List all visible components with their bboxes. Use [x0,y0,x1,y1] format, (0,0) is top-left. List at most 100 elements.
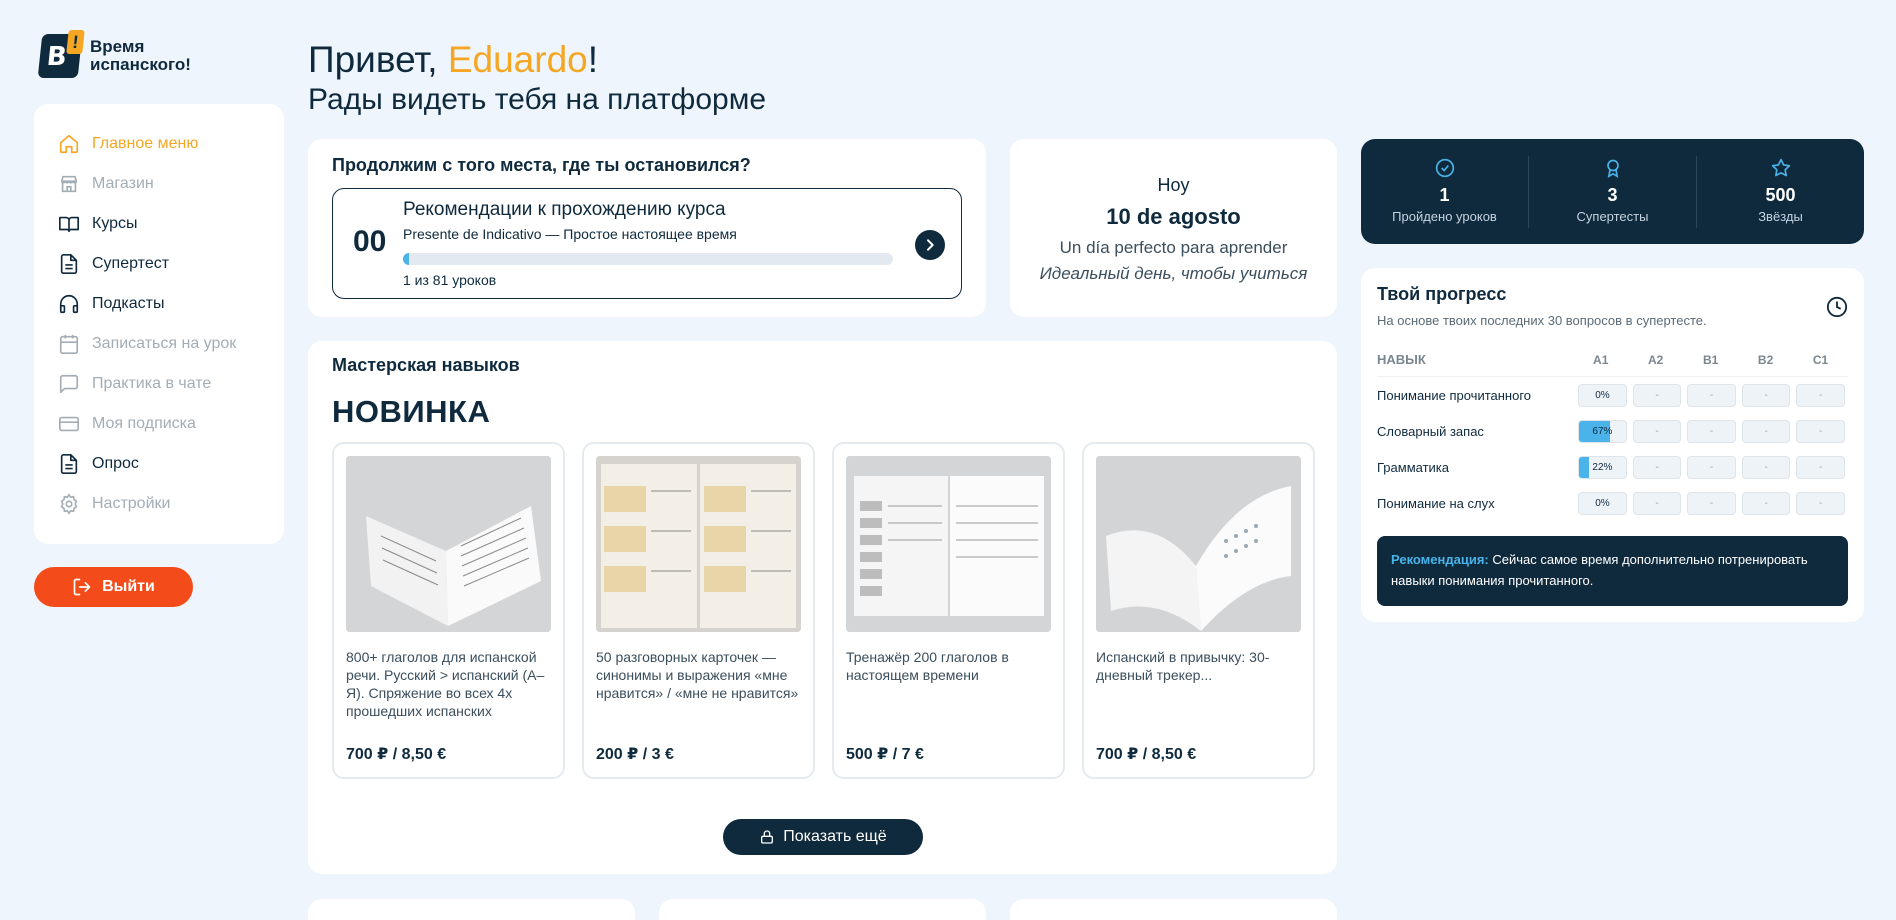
sidebar-item-survey[interactable]: Опрос [58,444,260,484]
course-progress-box[interactable]: 00 Рекомендации к прохождению курса Pres… [332,188,962,299]
show-more-button[interactable]: Показать ещё [723,819,923,855]
level-cell-b1: - [1687,491,1736,515]
sidebar-item-supertest[interactable]: Супертест [58,244,260,284]
product-card[interactable]: Испанский в привычку: 30-дневный трекер.… [1082,442,1315,779]
stat-label: Пройдено уроков [1392,208,1497,224]
headphones-icon [59,295,79,314]
calendar-icon [59,334,79,354]
course-progress-fill [403,253,410,265]
level-cell-a1: 67% [1578,419,1627,443]
chat-icon [59,374,79,394]
logo[interactable]: B! Время испанского! [37,30,191,78]
lock-icon [761,830,774,844]
product-price: 700 ₽ / 8,50 € [1096,746,1197,763]
user-name: Eduardo [447,39,588,80]
workshop-title: Мастерская навыков [332,355,520,375]
product-price: 200 ₽ / 3 € [596,746,674,763]
level-cell-a2: - [1632,491,1682,515]
progress-table-body: Понимание прочитанного 0% - - - - Словарный за… [1377,377,1848,521]
progress-row: Понимание прочитанного 0% - - - - [1377,377,1848,413]
document-icon [60,254,78,274]
bottom-card [1010,899,1337,920]
level-cell-a2: - [1632,419,1682,443]
sidebar-item-label: Опрос [92,455,139,472]
product-price: 500 ₽ / 7 € [846,746,924,763]
level-cell-b2: - [1741,383,1791,407]
stat-label: Звёзды [1758,208,1803,224]
progress-row: Грамматика 22% - - - - [1377,449,1848,485]
progress-table-header: НАВЫК A1 A2 B1 B2 C1 [1377,349,1848,377]
product-card[interactable]: Тренажёр 200 глаголов в настоящем времен… [832,442,1065,779]
product-image [1096,456,1301,632]
logout-label: Выйти [102,578,155,595]
sidebar-item-label: Моя подписка [92,415,196,432]
stat-value: 1 [1439,184,1450,205]
progress-title: Твой прогресс [1377,284,1507,304]
product-image [846,456,1051,632]
stat-lessons: 1 Пройдено уроков [1361,155,1529,228]
sidebar-item-settings[interactable]: Настройки [58,484,260,524]
gear-icon [60,493,78,515]
level-cell-c1: - [1796,455,1845,479]
logout-button[interactable]: Выйти [34,567,193,607]
product-card[interactable]: 800+ глаголов для испанской речи. Русски… [332,442,565,779]
sidebar-item-subscription[interactable]: Моя подписка [58,404,260,444]
course-subtitle: Presente de Indicativo — Простое настоящ… [403,226,737,242]
header-a2: A2 [1648,352,1664,367]
header-c1: C1 [1812,352,1829,367]
continue-button[interactable] [915,230,945,260]
logo-badge-icon: B! [37,30,85,78]
recommendation-box: Рекомендация: Сейчас самое время дополни… [1377,536,1848,606]
skill-name: Понимание на слух [1377,495,1495,511]
level-cell-a1: 22% [1578,455,1627,479]
store-icon [60,175,78,193]
star-icon [1771,158,1790,176]
level-cell-a1: 0% [1578,491,1627,515]
progress-row: Словарный запас 67% - - - - [1377,413,1848,449]
level-fill [1579,456,1590,478]
today-date: 10 de agosto [1106,204,1241,229]
progress-subtitle: На основе твоих последних 30 вопросов в … [1377,313,1707,328]
level-cell-b2: - [1741,455,1791,479]
sidebar-item-main-menu[interactable]: Главное меню [58,124,260,164]
sidebar-item-chat-practice[interactable]: Практика в чате [58,364,260,404]
sidebar-item-label: Записаться на урок [92,335,237,352]
sidebar-item-courses[interactable]: Курсы [58,204,260,244]
bottom-card [308,899,635,920]
course-title: Рекомендации к прохождению курса [403,199,726,220]
sidebar-item-label: Главное меню [92,135,199,152]
product-card[interactable]: 50 разговорных карточек — синонимы и выр… [582,442,815,779]
product-title: Тренажёр 200 глаголов в настоящем времен… [846,649,1009,683]
header-a1: A1 [1593,352,1609,367]
continue-card: Продолжим с того места, где ты остановил… [308,139,986,317]
product-title: 800+ глаголов для испанской речи. Русски… [346,649,545,719]
sidebar-item-label: Магазин [92,175,154,192]
level-cell-a2: - [1632,455,1682,479]
skill-name: Понимание прочитанного [1377,387,1532,403]
logo-text: Время испанского! [90,37,191,74]
stat-value: 3 [1607,184,1618,205]
today-es-text: Un día perfecto para aprender [1059,238,1288,257]
award-icon [1606,159,1619,178]
sidebar-item-store[interactable]: Магазин [58,164,260,204]
page-subtitle: Рады видеть тебя на платформе [308,83,767,116]
chevron-right-icon [927,239,934,251]
level-cell-c1: - [1796,419,1845,443]
sidebar: Главное меню Магазин Курсы Супертест Под… [34,104,284,544]
level-cell-b2: - [1741,419,1791,443]
level-cell-b2: - [1741,491,1791,515]
course-progress-bar [403,253,893,265]
skill-name: Словарный запас [1377,423,1484,439]
sidebar-item-label: Подкасты [92,295,165,312]
clock-icon[interactable] [1826,296,1848,318]
progress-table: НАВЫК A1 A2 B1 B2 C1 Понимание прочитанн… [1377,349,1848,521]
progress-row: Понимание на слух 0% - - - - [1377,485,1848,521]
greeting: Привет, Eduardo! Рады видеть тебя на пла… [308,38,766,118]
new-badge: НОВИНКА [332,394,491,429]
sidebar-item-book-lesson[interactable]: Записаться на урок [58,324,260,364]
course-number: 00 [353,225,387,258]
recommendation-key: Рекомендация: [1391,552,1489,567]
sidebar-item-podcasts[interactable]: Подкасты [58,284,260,324]
document-icon [60,454,78,474]
product-title: 50 разговорных карточек — синонимы и выр… [596,649,799,701]
